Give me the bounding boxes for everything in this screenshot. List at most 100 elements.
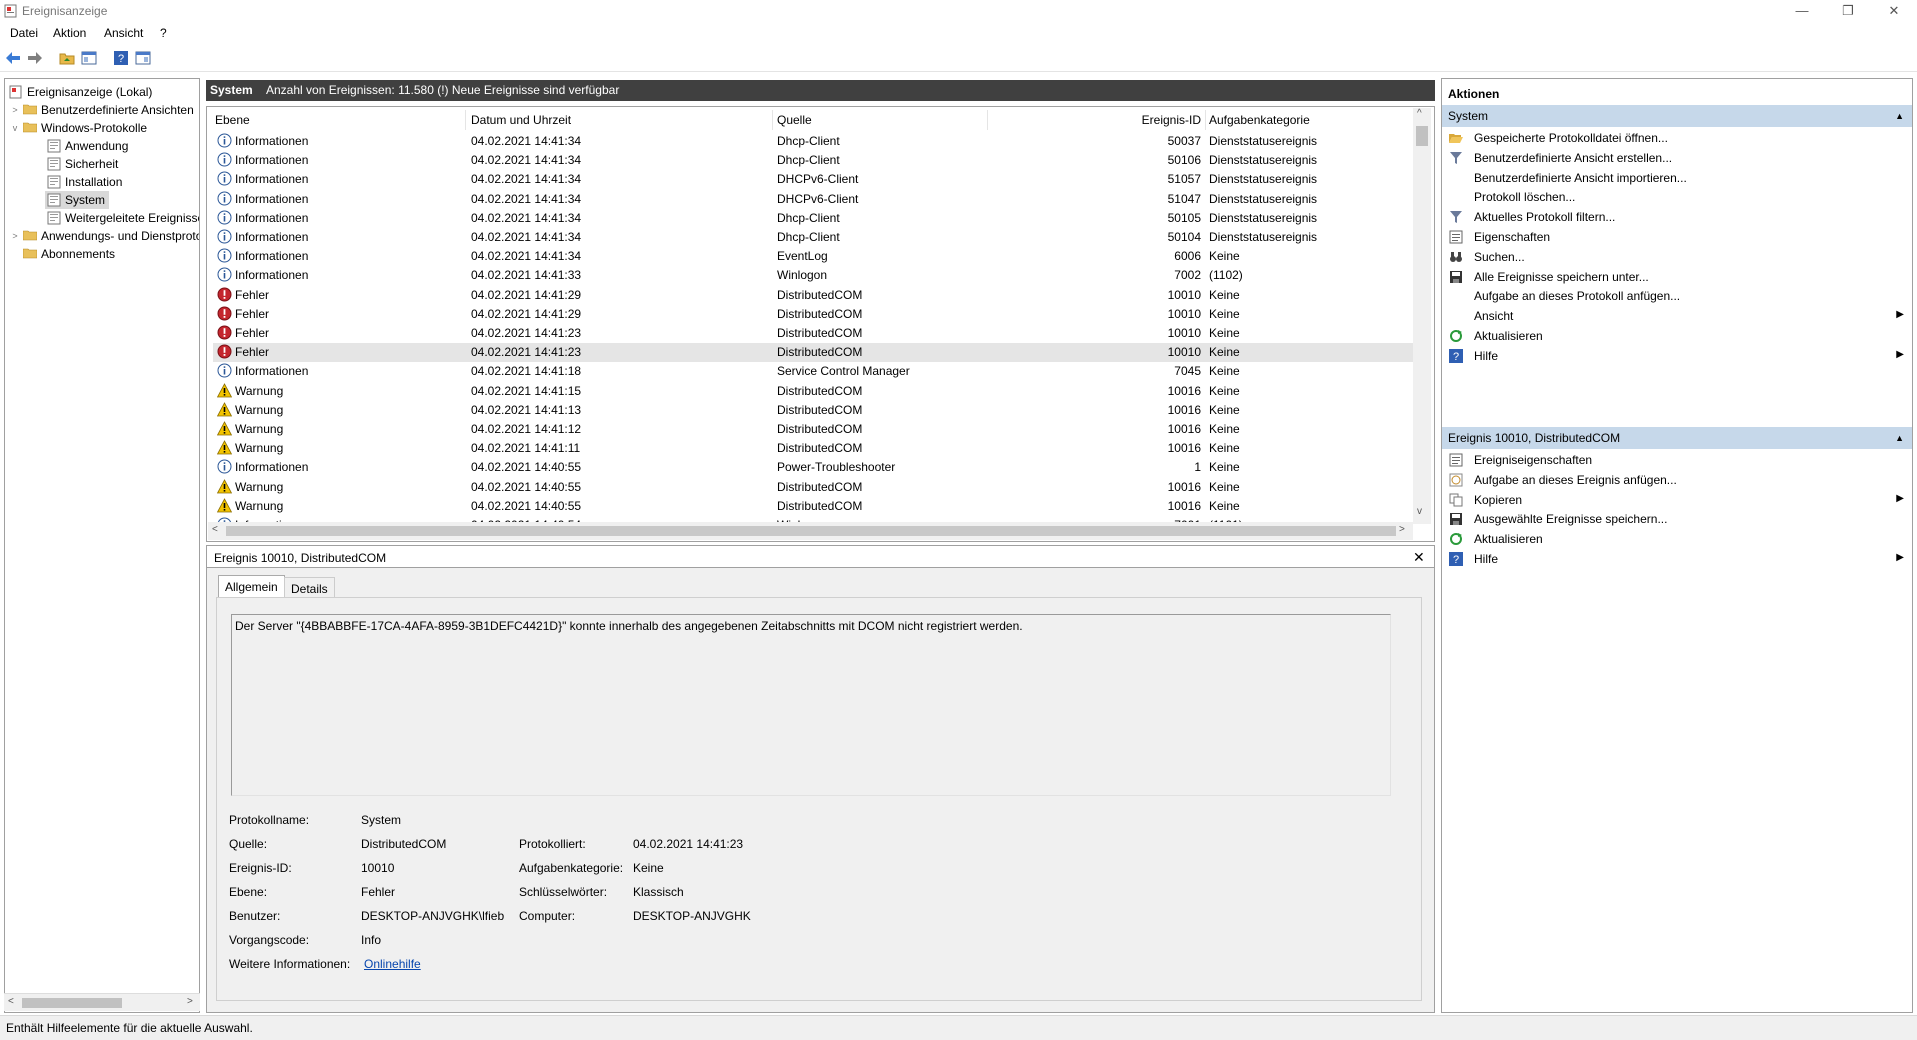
list-vertical-scrollbar[interactable]: ^ v — [1413, 108, 1431, 524]
list-horizontal-scrollbar[interactable]: < > — [208, 522, 1413, 540]
table-row[interactable]: Warnung 04.02.2021 14:41:12 DistributedCOM… — [213, 420, 1413, 439]
action-item[interactable]: Alle Ereignisse speichern unter... — [1442, 266, 1912, 288]
action-item[interactable]: Kopieren ▶ — [1442, 489, 1912, 511]
action-item[interactable]: Aktuelles Protokoll filtern... — [1442, 206, 1912, 228]
tree-horizontal-scrollbar[interactable]: < > — [4, 993, 200, 1011]
tree-log-system[interactable]: System — [45, 191, 110, 209]
action-group-event[interactable]: Ereignis 10010, DistributedCOM ▲ — [1442, 427, 1912, 449]
tree-custom-views[interactable]: > Benutzerdefinierte Ansichten — [9, 101, 193, 119]
action-item[interactable]: Aufgabe an dieses Ereignis anfügen... — [1442, 469, 1912, 491]
column-header-quelle[interactable]: Quelle — [777, 113, 812, 127]
table-row[interactable]: Informationen 04.02.2021 14:41:34 DHCPv6-C… — [213, 170, 1413, 189]
up-folder-icon[interactable] — [58, 49, 76, 67]
table-row[interactable]: Warnung 04.02.2021 14:41:11 DistributedCOM… — [213, 439, 1413, 458]
tree-app-services[interactable]: > Anwendungs- und Dienstprotokolle — [9, 227, 199, 245]
action-item[interactable]: Ereigniseigenschaften — [1442, 449, 1912, 471]
action-item[interactable]: Gespeicherte Protokolldatei öffnen... — [1442, 127, 1912, 149]
scroll-left-icon[interactable]: < — [8, 996, 14, 1007]
chevron-right-icon[interactable]: > — [9, 231, 21, 241]
scroll-thumb[interactable] — [22, 998, 122, 1008]
action-item[interactable]: Suchen... — [1442, 246, 1912, 268]
action-item[interactable]: Aufgabe an dieses Protokoll anfügen... — [1442, 285, 1912, 307]
table-row[interactable]: Warnung 04.02.2021 14:40:55 DistributedCOM… — [213, 497, 1413, 516]
table-row[interactable]: Warnung 04.02.2021 14:40:55 DistributedCOM… — [213, 478, 1413, 497]
table-row[interactable]: Warnung 04.02.2021 14:41:15 DistributedCOM… — [213, 382, 1413, 401]
scroll-left-icon[interactable]: < — [212, 524, 218, 535]
table-row[interactable]: Warnung 04.02.2021 14:41:13 DistributedCOM… — [213, 401, 1413, 420]
action-group-system[interactable]: System ▲ — [1442, 105, 1912, 127]
action-item[interactable]: Ansicht ▶ — [1442, 305, 1912, 327]
maximize-button[interactable]: ❐ — [1825, 0, 1871, 22]
tree-log-sicherheit[interactable]: Sicherheit — [45, 155, 118, 173]
scroll-up-icon[interactable]: ^ — [1417, 108, 1422, 119]
tree-windows-logs[interactable]: v Windows-Protokolle — [9, 119, 147, 137]
scroll-right-icon[interactable]: > — [187, 996, 193, 1007]
cell-category: (1102) — [1209, 268, 1243, 283]
subscriptions-icon — [22, 247, 38, 261]
scroll-right-icon[interactable]: > — [1399, 524, 1405, 535]
column-header-aufgabenkategorie[interactable]: Aufgabenkategorie — [1209, 113, 1310, 127]
event-viewer-app-icon — [4, 4, 17, 18]
help-icon[interactable]: ? — [112, 49, 130, 67]
forward-icon[interactable] — [26, 49, 44, 67]
table-row[interactable]: Informationen 04.02.2021 14:41:33 Winlogon… — [213, 266, 1413, 285]
menu-help[interactable]: ? — [160, 26, 167, 40]
scroll-down-icon[interactable]: v — [1417, 506, 1422, 517]
action-item[interactable]: Aktualisieren — [1442, 325, 1912, 347]
chevron-right-icon[interactable]: > — [9, 105, 21, 115]
table-row[interactable]: Fehler 04.02.2021 14:41:29 DistributedCOM 1… — [213, 305, 1413, 324]
action-item[interactable]: Benutzerdefinierte Ansicht importieren..… — [1442, 167, 1912, 189]
minimize-button[interactable]: — — [1779, 0, 1825, 22]
table-row[interactable]: Informationen 04.02.2021 14:41:34 DHCPv6-C… — [213, 190, 1413, 209]
action-item[interactable]: Protokoll löschen... — [1442, 186, 1912, 208]
close-button[interactable]: ✕ — [1871, 0, 1917, 22]
collapse-up-icon[interactable]: ▲ — [1895, 427, 1904, 449]
tab-details[interactable]: Details — [284, 577, 335, 597]
table-row[interactable]: Informationen 04.02.2021 14:41:34 Dhcp-Cli… — [213, 132, 1413, 151]
tree-root[interactable]: Ereignisanzeige (Lokal) — [7, 83, 152, 101]
menu-datei[interactable]: Datei — [10, 26, 38, 40]
action-item[interactable]: Ausgewählte Ereignisse speichern... — [1442, 508, 1912, 530]
show-hide-action-pane-icon[interactable] — [134, 49, 152, 67]
table-row[interactable]: Informationen 04.02.2021 14:41:34 Dhcp-Cli… — [213, 151, 1413, 170]
tree-log-installation[interactable]: Installation — [45, 173, 122, 191]
action-item[interactable]: ? Hilfe ▶ — [1442, 345, 1912, 367]
tree-app-services-label: Anwendungs- und Dienstprotokolle — [41, 229, 199, 243]
cell-source: Dhcp-Client — [777, 230, 840, 244]
action-item[interactable]: Benutzerdefinierte Ansicht erstellen... — [1442, 147, 1912, 169]
scroll-thumb[interactable] — [226, 526, 1396, 536]
column-header-ebene[interactable]: Ebene — [215, 113, 250, 127]
chevron-down-icon[interactable]: v — [9, 123, 21, 133]
cell-category: Keine — [1209, 326, 1240, 340]
tree-subscriptions[interactable]: Abonnements — [21, 245, 115, 263]
table-row[interactable]: Fehler 04.02.2021 14:41:23 DistributedCOM 1… — [213, 343, 1413, 363]
table-row[interactable]: Informationen 04.02.2021 14:41:34 Dhcp-Cli… — [213, 209, 1413, 228]
menu-ansicht[interactable]: Ansicht — [104, 26, 143, 40]
column-header-ereignis-id[interactable]: Ereignis-ID — [1141, 113, 1201, 127]
action-item[interactable]: Aktualisieren — [1442, 528, 1912, 550]
event-message[interactable]: Der Server "{4BBABBFE-17CA-4AFA-8959-3B1… — [231, 614, 1391, 796]
show-hide-tree-icon[interactable] — [80, 49, 98, 67]
log-icon — [47, 211, 61, 225]
close-icon[interactable]: ✕ — [1413, 549, 1425, 566]
online-help-link[interactable]: Onlinehilfe — [364, 957, 421, 971]
table-row[interactable]: Informationen 04.02.2021 14:41:34 Dhcp-Cli… — [213, 228, 1413, 247]
tab-allgemein[interactable]: Allgemein — [218, 575, 285, 597]
table-row[interactable]: Informationen 04.02.2021 14:41:18 Service … — [213, 362, 1413, 381]
action-item[interactable]: ? Hilfe ▶ — [1442, 548, 1912, 570]
scroll-thumb[interactable] — [1416, 126, 1428, 146]
collapse-up-icon[interactable]: ▲ — [1895, 105, 1904, 127]
table-row[interactable]: Informationen 04.02.2021 14:40:55 Power-Tr… — [213, 458, 1413, 477]
action-item[interactable]: Eigenschaften — [1442, 226, 1912, 248]
tree-log-forwarded[interactable]: Weitergeleitete Ereignisse — [45, 209, 199, 227]
table-row[interactable]: Fehler 04.02.2021 14:41:23 DistributedCOM 1… — [213, 324, 1413, 343]
action-label: Ansicht — [1474, 309, 1514, 324]
cell-event-id: 10010 — [1167, 306, 1201, 321]
back-icon[interactable] — [4, 49, 22, 67]
table-row[interactable]: Fehler 04.02.2021 14:41:29 DistributedCOM 1… — [213, 286, 1413, 305]
column-header-datum[interactable]: Datum und Uhrzeit — [471, 113, 571, 127]
table-row[interactable]: Informationen 04.02.2021 14:41:34 EventLog… — [213, 247, 1413, 266]
tree-log-anwendung[interactable]: Anwendung — [45, 137, 128, 155]
menu-aktion[interactable]: Aktion — [53, 26, 86, 40]
info-icon — [217, 248, 232, 263]
